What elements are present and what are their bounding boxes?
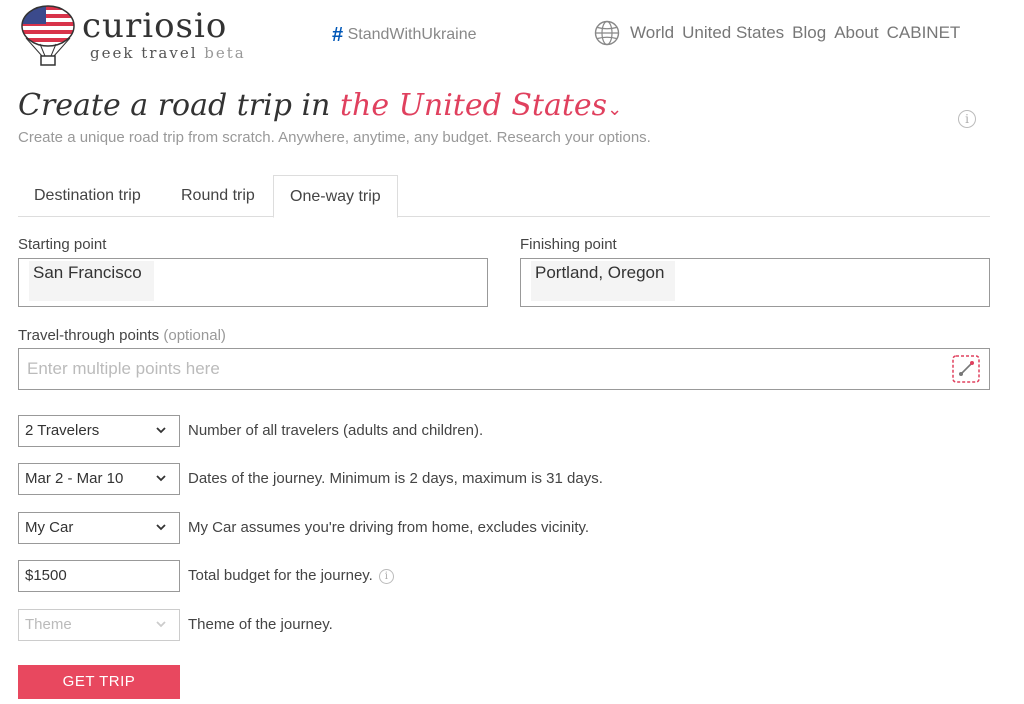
- header: curiosio geek travel beta # StandWithUkr…: [0, 0, 1024, 78]
- chevron-down-icon: [156, 427, 166, 434]
- dates-value: Mar 2 - Mar 10: [25, 470, 124, 487]
- optional-hint: (optional): [163, 327, 226, 344]
- page-title: Create a road trip in the United States⌄: [18, 88, 622, 123]
- starting-point-input[interactable]: San Francisco: [18, 258, 488, 307]
- budget-description: Total budget for the journey. i: [188, 567, 394, 584]
- map-route-icon[interactable]: [951, 354, 981, 384]
- finishing-point-label: Finishing point: [520, 236, 617, 253]
- tab-round-trip[interactable]: Round trip: [165, 175, 271, 217]
- finishing-point-input[interactable]: Portland, Oregon: [520, 258, 990, 307]
- travel-through-input[interactable]: Enter multiple points here: [18, 348, 990, 390]
- vehicle-select[interactable]: My Car: [18, 512, 180, 544]
- nav-about[interactable]: About: [834, 23, 878, 43]
- balloon-logo-icon: [21, 5, 75, 66]
- theme-select[interactable]: Theme: [18, 609, 180, 641]
- nav-blog[interactable]: Blog: [792, 23, 826, 43]
- tab-destination-trip[interactable]: Destination trip: [18, 175, 157, 217]
- dates-select[interactable]: Mar 2 - Mar 10: [18, 463, 180, 495]
- chevron-down-icon: ⌄: [607, 99, 623, 120]
- chevron-down-icon: [156, 524, 166, 531]
- travel-through-placeholder: Enter multiple points here: [27, 359, 220, 378]
- tab-one-way-trip[interactable]: One-way trip: [273, 175, 398, 218]
- hashtag-icon: #: [332, 24, 344, 46]
- chevron-down-icon: [156, 475, 166, 482]
- vehicle-value: My Car: [25, 519, 74, 536]
- travelers-description: Number of all travelers (adults and chil…: [188, 422, 484, 439]
- trip-type-tabs: Destination trip Round trip One-way trip: [18, 175, 990, 218]
- country-name: the United States: [339, 88, 608, 123]
- budget-description-text: Total budget for the journey.: [188, 567, 373, 584]
- stand-with-ukraine-text: StandWithUkraine: [347, 26, 477, 43]
- travel-through-label-text: Travel-through points: [18, 327, 160, 344]
- title-prefix: Create a road trip in: [18, 88, 331, 123]
- logo-beta: beta: [204, 44, 246, 62]
- logo[interactable]: curiosio geek travel beta: [18, 4, 258, 74]
- logo-tagline: geek travel beta: [90, 44, 246, 62]
- vehicle-description: My Car assumes you're driving from home,…: [188, 519, 590, 536]
- budget-value: $1500: [25, 567, 67, 584]
- stand-with-ukraine-link[interactable]: # StandWithUkraine: [332, 22, 477, 46]
- logo-name: curiosio: [82, 6, 228, 46]
- budget-input[interactable]: $1500: [18, 560, 180, 592]
- finishing-point-value: Portland, Oregon: [531, 261, 675, 301]
- theme-description: Theme of the journey.: [188, 616, 333, 633]
- starting-point-value: San Francisco: [29, 261, 154, 301]
- starting-point-label: Starting point: [18, 236, 107, 253]
- top-nav: World United States Blog About CABINET: [594, 20, 960, 46]
- page-subtitle: Create a unique road trip from scratch. …: [18, 129, 651, 146]
- nav-cabinet[interactable]: CABINET: [887, 23, 961, 43]
- globe-icon[interactable]: [594, 20, 620, 46]
- info-icon[interactable]: i: [958, 110, 976, 128]
- travel-through-label: Travel-through points (optional): [18, 327, 226, 344]
- country-selector[interactable]: the United States⌄: [340, 88, 622, 123]
- theme-placeholder: Theme: [25, 616, 72, 633]
- info-icon[interactable]: i: [378, 569, 394, 584]
- nav-united-states[interactable]: United States: [682, 23, 784, 43]
- travelers-value: 2 Travelers: [25, 422, 100, 439]
- get-trip-button[interactable]: GET TRIP: [18, 665, 180, 699]
- chevron-down-icon: [156, 621, 166, 628]
- dates-description: Dates of the journey. Minimum is 2 days,…: [188, 470, 603, 487]
- nav-world[interactable]: World: [630, 23, 674, 43]
- travelers-select[interactable]: 2 Travelers: [18, 415, 180, 447]
- logo-tagline-text: geek travel: [90, 44, 198, 62]
